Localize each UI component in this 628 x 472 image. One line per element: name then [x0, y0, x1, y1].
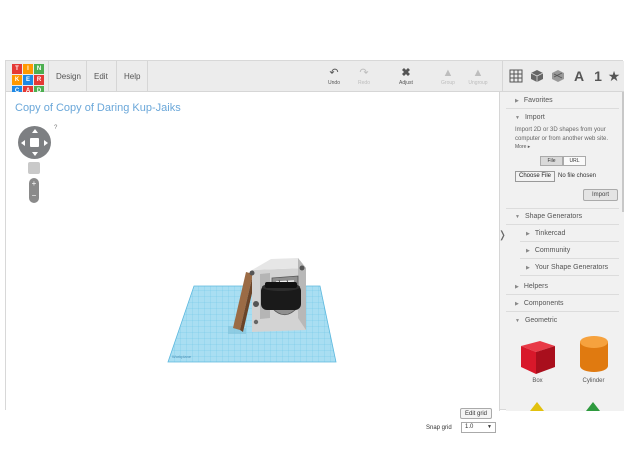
redo-button[interactable]: ↷ Redo — [350, 66, 378, 86]
section-label: Helpers — [523, 283, 548, 290]
undo-button[interactable]: ↶ Undo — [320, 66, 348, 86]
logo-letter: K — [12, 75, 22, 85]
section-shape-generators[interactable]: ▼ Shape Generators — [506, 208, 619, 225]
redo-label: Redo — [358, 80, 370, 86]
box-icon — [520, 341, 555, 374]
choose-file-button[interactable]: Choose File — [515, 171, 555, 182]
tinkercad-logo[interactable]: T I N K E R C A D — [12, 64, 44, 96]
expand-arrow-icon: ▶ — [526, 265, 530, 271]
expand-arrow-icon: ▶ — [526, 248, 530, 254]
expand-arrow-icon: ▶ — [515, 284, 519, 290]
menu-help[interactable]: Help — [116, 61, 149, 92]
logo-letter: I — [23, 64, 33, 74]
chevron-down-icon: ▼ — [487, 424, 492, 430]
sub-label: Community — [534, 247, 571, 254]
undo-label: Undo — [328, 80, 340, 86]
collapse-arrow-icon: ▼ — [515, 214, 520, 220]
sub-label: Tinkercad — [534, 230, 566, 237]
workplane-view-button[interactable] — [507, 66, 525, 86]
top-toolbar: T I N K E R C A D Design Edit Help ↶ Und… — [6, 61, 624, 96]
section-geometric[interactable]: ▼ Geometric — [506, 312, 619, 329]
pot-shape[interactable] — [261, 282, 301, 310]
group-button[interactable]: ▲ Group — [434, 66, 462, 86]
collapse-arrow-icon: ▼ — [515, 318, 520, 324]
expand-arrow-icon: ▶ — [526, 231, 530, 237]
logo-letter: T — [12, 64, 22, 74]
shape-label: Cylinder — [582, 378, 605, 384]
section-import[interactable]: ▼ Import — [506, 109, 619, 126]
sub-community[interactable]: ▶ Community — [520, 242, 619, 259]
undo-icon: ↶ — [329, 67, 339, 79]
3d-scene[interactable]: Workplane — [6, 92, 500, 411]
text-tool-button[interactable]: A — [570, 66, 588, 86]
star-icon[interactable]: ★ — [605, 66, 623, 86]
ungroup-label: Ungroup — [468, 80, 488, 86]
editor-frame: T I N K E R C A D Design Edit Help ↶ Und… — [5, 60, 624, 433]
sidebar-scrollbar[interactable] — [622, 92, 624, 212]
adjust-button[interactable]: ✖ Adjust — [392, 66, 420, 86]
adjust-label: Adjust — [399, 80, 413, 86]
app-window: T I N K E R C A D Design Edit Help ↶ Und… — [0, 0, 628, 472]
snap-grid-value: 1.0 — [465, 424, 474, 430]
section-helpers[interactable]: ▶ Helpers — [506, 278, 619, 295]
shape-cylinder[interactable]: Cylinder — [571, 334, 616, 384]
section-label: Shape Generators — [524, 213, 583, 220]
adjust-icon: ✖ — [401, 67, 411, 79]
no-file-label: No file chosen — [558, 173, 597, 179]
solid-view-button[interactable] — [528, 66, 546, 86]
grid-icon — [509, 69, 523, 83]
more-link[interactable]: More ▸ — [515, 144, 530, 150]
group-icon: ▲ — [442, 67, 454, 79]
redo-icon: ↷ — [359, 67, 369, 79]
sub-your-generators[interactable]: ▶ Your Shape Generators — [520, 259, 619, 276]
snap-grid-label: Snap grid — [426, 425, 452, 431]
url-tab[interactable]: URL — [563, 156, 586, 166]
collapse-arrow-icon: ▼ — [515, 115, 520, 121]
section-label: Favorites — [523, 97, 553, 104]
edit-grid-button[interactable]: Edit grid — [460, 408, 493, 419]
logo-letter: E — [23, 75, 33, 85]
roof-icon[interactable] — [586, 402, 600, 411]
ungroup-button[interactable]: ▲ Ungroup — [464, 66, 492, 86]
shape-label: Box — [532, 378, 543, 384]
expand-arrow-icon: ▶ — [515, 301, 519, 307]
workplane-canvas[interactable]: Copy of Copy of Daring Kup-Jaiks ? + − W… — [6, 92, 500, 433]
cube-icon — [530, 70, 544, 82]
section-favorites[interactable]: ▶ Favorites — [506, 92, 619, 109]
section-label: Geometric — [524, 317, 558, 324]
section-components[interactable]: ▶ Components — [506, 295, 619, 312]
menu-edit[interactable]: Edit — [86, 61, 115, 92]
sub-label: Your Shape Generators — [534, 264, 609, 271]
toolbar-divider — [502, 61, 503, 92]
shapes-sidebar: ▶ Favorites ▼ Import Import 2D or 3D shape… — [506, 92, 624, 411]
group-label: Group — [441, 80, 455, 86]
wireframe-icon — [552, 70, 564, 82]
file-tab[interactable]: File — [540, 156, 563, 166]
section-label: Components — [523, 300, 564, 307]
menu-design[interactable]: Design — [48, 61, 88, 92]
shape-box[interactable]: Box — [515, 334, 560, 384]
import-description: Import 2D or 3D shapes from your compute… — [515, 127, 609, 142]
import-button[interactable]: Import — [583, 189, 618, 201]
cylinder-icon — [579, 336, 608, 372]
expand-arrow-icon: ▶ — [515, 98, 519, 104]
ungroup-icon: ▲ — [472, 67, 484, 79]
workplane-watermark: Workplane — [172, 354, 192, 359]
snap-grid-select[interactable]: 1.0 ▼ — [461, 422, 496, 433]
sub-tinkercad[interactable]: ▶ Tinkercad — [520, 225, 619, 242]
pyramid-icon[interactable] — [530, 402, 544, 411]
logo-letter: N — [34, 64, 44, 74]
wireframe-view-button[interactable] — [549, 66, 567, 86]
logo-letter: R — [34, 75, 44, 85]
section-label: Import — [524, 114, 545, 121]
